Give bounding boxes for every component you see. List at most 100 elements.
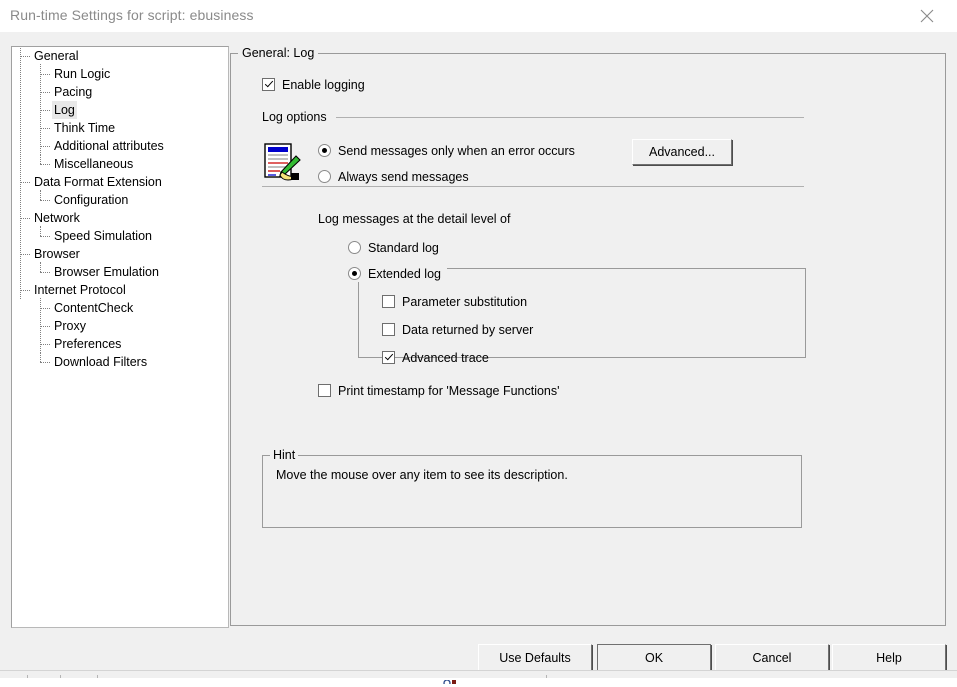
tree-item-internet-protocol[interactable]: Internet Protocol: [12, 280, 228, 299]
tree-connector-dots: [20, 254, 30, 255]
enable-logging-checkbox[interactable]: [262, 78, 275, 92]
tree-item-label: Download Filters: [54, 355, 148, 369]
tree-connector-dots: [40, 200, 50, 201]
hint-group-title: Hint: [270, 448, 299, 462]
always-send-row[interactable]: Always send messages: [318, 168, 469, 185]
tree-item-configuration[interactable]: Configuration: [12, 190, 228, 209]
tree-item-label: General: [34, 49, 79, 63]
tree-trunk-line: [20, 100, 21, 119]
dialog-body: General Run Logic Pacing Log Think Time Addit…: [0, 32, 957, 672]
tree-trunk-line: [20, 118, 21, 137]
tree-item-label: Browser: [34, 247, 80, 261]
print-timestamp-row[interactable]: Print timestamp for 'Message Functions': [318, 382, 560, 399]
log-options-divider-bottom: [262, 186, 804, 187]
enable-logging-row[interactable]: Enable logging: [262, 76, 365, 93]
general-log-panel: General: Log Enable logging Log options: [230, 46, 946, 626]
tree-item-label: Configuration: [54, 193, 129, 207]
data-returned-by-server-checkbox[interactable]: [382, 323, 395, 337]
close-x-icon: [919, 8, 935, 24]
standard-log-radio[interactable]: [348, 241, 361, 255]
close-window-button[interactable]: [905, 0, 949, 32]
tree-item-label: Speed Simulation: [54, 229, 152, 243]
standard-log-row[interactable]: Standard log: [348, 239, 439, 256]
tree-item-preferences[interactable]: Preferences: [12, 334, 228, 353]
tree-connector-dots: [40, 164, 50, 165]
tree-item-network[interactable]: Network: [12, 208, 228, 227]
hint-text: Move the mouse over any item to see its …: [276, 468, 568, 482]
log-options-group-title: Log options: [262, 110, 331, 124]
advanced-trace-row[interactable]: Advanced trace: [382, 349, 489, 366]
tree-item-log[interactable]: Log: [12, 100, 228, 119]
tree-item-think-time[interactable]: Think Time: [12, 118, 228, 137]
tree-connector-dots: [20, 218, 30, 219]
window-title-bar: Run-time Settings for script: ebusiness: [0, 0, 957, 32]
tree-trunk-line: [20, 82, 21, 101]
print-timestamp-checkbox[interactable]: [318, 384, 331, 398]
always-send-radio[interactable]: [318, 170, 331, 184]
tree-item-label: Log: [52, 101, 77, 119]
tree-item-general[interactable]: General: [12, 47, 228, 65]
tree-branch-line: [40, 262, 41, 272]
send-on-error-radio[interactable]: [318, 144, 331, 158]
extended-log-label: Extended log: [368, 266, 441, 281]
tree-branch-line: [40, 154, 41, 164]
tree-item-speed-simulation[interactable]: Speed Simulation: [12, 226, 228, 245]
cancel-button[interactable]: Cancel: [715, 644, 829, 672]
detail-level-heading: Log messages at the detail level of: [318, 212, 511, 226]
tree-item-browser[interactable]: Browser: [12, 244, 228, 263]
tree-item-label: Proxy: [54, 319, 86, 333]
log-document-pencil-icon: [262, 142, 302, 182]
tree-item-label: Internet Protocol: [34, 283, 126, 297]
general-log-group-title: General: Log: [238, 46, 319, 60]
tree-item-label: Miscellaneous: [54, 157, 134, 171]
settings-category-tree[interactable]: General Run Logic Pacing Log Think Time Addit…: [11, 46, 229, 628]
tree-trunk-line: [20, 226, 21, 245]
tree-item-label: Run Logic: [54, 67, 111, 81]
tree-item-run-logic[interactable]: Run Logic: [12, 64, 228, 83]
parameter-substitution-label: Parameter substitution: [402, 294, 528, 309]
tree-item-label: ContentCheck: [54, 301, 134, 315]
tree-trunk-line: [20, 64, 21, 83]
tree-branch-line: [40, 352, 41, 362]
tree-item-label: Pacing: [54, 85, 93, 99]
strip-app-icon: [443, 673, 457, 687]
tree-connector-dots: [40, 110, 50, 111]
tree-trunk-line: [20, 190, 21, 209]
tree-item-download-filters[interactable]: Download Filters: [12, 352, 228, 371]
tree-connector-dots: [40, 92, 50, 93]
parameter-substitution-row[interactable]: Parameter substitution: [382, 293, 527, 310]
tree-trunk-line: [20, 136, 21, 155]
tree-item-pacing[interactable]: Pacing: [12, 82, 228, 101]
tree-connector-dots: [20, 56, 30, 57]
tree-connector-dots: [40, 236, 50, 237]
tree-node-list: General Run Logic Pacing Log Think Time Addit…: [12, 47, 228, 371]
extended-log-radio[interactable]: [348, 267, 361, 281]
tree-item-label: Browser Emulation: [54, 265, 159, 279]
tree-trunk-line: [20, 262, 21, 281]
tree-connector-dots: [40, 326, 50, 327]
tree-connector-dots: [40, 362, 50, 363]
advanced-button[interactable]: Advanced...: [632, 139, 732, 165]
tree-connector-dots: [40, 74, 50, 75]
use-defaults-button[interactable]: Use Defaults: [478, 644, 592, 672]
tree-item-contentcheck[interactable]: ContentCheck: [12, 298, 228, 317]
advanced-trace-checkbox[interactable]: [382, 351, 395, 365]
tree-item-data-format-extension[interactable]: Data Format Extension: [12, 172, 228, 191]
standard-log-label: Standard log: [368, 240, 439, 255]
log-options-divider-top: [336, 117, 804, 118]
tree-item-additional-attributes[interactable]: Additional attributes: [12, 136, 228, 155]
tree-item-miscellaneous[interactable]: Miscellaneous: [12, 154, 228, 173]
tree-item-browser-emulation[interactable]: Browser Emulation: [12, 262, 228, 281]
print-timestamp-label: Print timestamp for 'Message Functions': [338, 383, 560, 398]
tree-item-proxy[interactable]: Proxy: [12, 316, 228, 335]
extended-log-row[interactable]: Extended log: [348, 265, 447, 282]
data-returned-row[interactable]: Data returned by server: [382, 321, 533, 338]
help-button[interactable]: Help: [832, 644, 946, 672]
tree-connector-dots: [20, 182, 30, 183]
tree-connector-dots: [40, 128, 50, 129]
ok-button[interactable]: OK: [597, 644, 711, 672]
tree-item-label: Think Time: [54, 121, 116, 135]
tree-item-label: Network: [34, 211, 80, 225]
send-on-error-row[interactable]: Send messages only when an error occurs: [318, 142, 575, 159]
parameter-substitution-checkbox[interactable]: [382, 295, 395, 309]
